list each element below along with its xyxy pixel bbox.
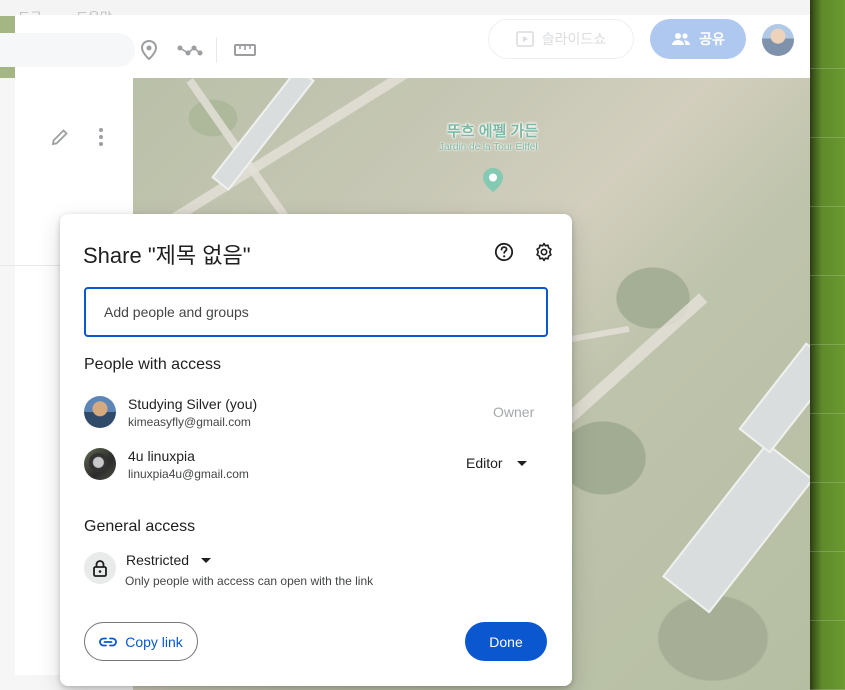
link-icon [99,637,118,646]
copy-link-button[interactable]: Copy link [84,622,198,661]
lock-icon [84,552,116,584]
people-access-heading: People with access [84,356,221,373]
person-email: linuxpia4u@gmail.com [128,467,249,481]
avatar [84,448,116,480]
owner-role-label: Owner [493,404,535,420]
role-dropdown[interactable]: Editor [466,455,527,471]
done-button[interactable]: Done [465,622,547,661]
person-name: Studying Silver (you) [128,396,258,412]
map-edge-strip [810,0,845,690]
avatar [84,396,116,428]
caret-down-icon [516,460,527,466]
gear-icon[interactable] [534,242,554,262]
help-icon[interactable] [494,242,514,262]
dialog-title: Share "제목 없음" [83,243,251,268]
access-description: Only people with access can open with th… [125,574,374,588]
role-dropdown-label: Editor [466,455,503,471]
caret-down-icon [201,557,212,563]
person-email: kimeasyfly@gmail.com [128,415,251,429]
copy-link-label: Copy link [125,633,183,650]
add-people-input[interactable] [84,287,548,337]
person-name: 4u linuxpia [128,448,195,464]
general-access-dropdown[interactable]: Restricted [126,552,212,568]
share-dialog: Share "제목 없음" People with access Studyin… [60,214,572,686]
general-access-heading: General access [84,518,196,535]
access-level-label: Restricted [126,552,190,568]
